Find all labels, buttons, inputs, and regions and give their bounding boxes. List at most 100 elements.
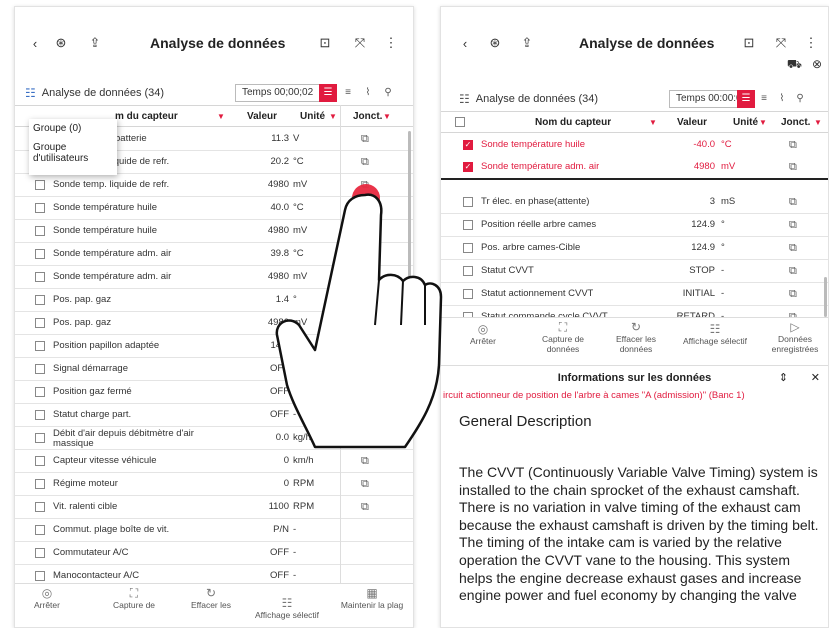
row-checkbox[interactable]: [35, 226, 45, 236]
expand-icon[interactable]: ⇕: [779, 366, 788, 390]
row-checkbox[interactable]: [35, 272, 45, 282]
junction-icon[interactable]: ⧉: [789, 219, 797, 232]
junction-icon[interactable]: ⧉: [361, 156, 369, 169]
sort-icon[interactable]: ▼: [383, 112, 391, 121]
text-view-button[interactable]: ≡: [755, 90, 773, 108]
row-checkbox[interactable]: [35, 502, 45, 512]
junction-icon[interactable]: ⧉: [789, 161, 797, 174]
more-icon[interactable]: ⋮: [801, 33, 821, 53]
stop-button[interactable]: ◎ Arrêter: [25, 587, 69, 610]
table-row[interactable]: Tr élec. en phase(attente) 3 mS ⧉: [441, 191, 828, 214]
header-name[interactable]: Nom du capteur: [535, 117, 611, 128]
row-checkbox[interactable]: [35, 410, 45, 420]
search-icon[interactable]: ⚲: [791, 90, 809, 108]
junction-icon[interactable]: ⧉: [789, 242, 797, 255]
device-icon[interactable]: ⊡: [739, 33, 759, 53]
row-checkbox-checked[interactable]: ✓: [463, 162, 473, 172]
selective-display-button[interactable]: ☷ Affichage sélectif: [675, 323, 755, 346]
sort-icon[interactable]: ▼: [329, 112, 337, 121]
table-row[interactable]: Commut. plage boîte de vit. P/N -: [15, 519, 413, 542]
row-checkbox[interactable]: [35, 525, 45, 535]
row-checkbox[interactable]: [463, 220, 473, 230]
device-icon[interactable]: ⊡: [315, 33, 335, 53]
back-icon[interactable]: ‹: [455, 33, 475, 53]
row-checkbox[interactable]: [35, 387, 45, 397]
junction-icon[interactable]: ⧉: [361, 478, 369, 491]
capture-button[interactable]: ⛶ Capture de données: [535, 321, 591, 354]
close-icon[interactable]: ✕: [811, 366, 820, 390]
select-all-checkbox[interactable]: [455, 117, 465, 127]
row-checkbox[interactable]: [35, 203, 45, 213]
recorded-data-button[interactable]: ▷ Données enregistrées: [763, 321, 827, 354]
hold-range-button[interactable]: ▦ Maintenir la plag: [329, 587, 413, 610]
pinned-row[interactable]: ✓ Sonde température huile -40.0 °C ⧉: [441, 134, 828, 157]
pinned-row[interactable]: ✓ Sonde température adm. air 4980 mV ⧉: [441, 156, 828, 179]
row-checkbox[interactable]: [35, 364, 45, 374]
upload-icon[interactable]: ⇪: [85, 33, 105, 53]
sort-icon[interactable]: ▼: [814, 118, 822, 127]
row-checkbox[interactable]: [35, 479, 45, 489]
vehicle-connect-icon[interactable]: ⊛: [51, 33, 71, 53]
table-row[interactable]: Vit. ralenti cible 1100 RPM ⧉: [15, 496, 413, 519]
junction-icon[interactable]: ⧉: [361, 455, 369, 468]
list-filter-icon[interactable]: ☷: [25, 86, 36, 100]
row-checkbox-checked[interactable]: ✓: [463, 140, 473, 150]
upload-icon[interactable]: ⇪: [517, 33, 537, 53]
row-checkbox[interactable]: [35, 548, 45, 558]
sort-icon[interactable]: ▼: [217, 112, 225, 121]
fullscreen-icon[interactable]: ⤧: [350, 33, 370, 53]
more-icon[interactable]: ⋮: [381, 33, 401, 53]
car-icon[interactable]: ⛟: [787, 57, 802, 73]
table-row[interactable]: Statut actionnement CVVT INITIAL - ⧉: [441, 283, 828, 306]
sort-icon[interactable]: ▼: [759, 118, 767, 127]
list-filter-icon[interactable]: ☷: [459, 92, 470, 106]
row-checkbox[interactable]: [463, 243, 473, 253]
row-checkbox[interactable]: [463, 266, 473, 276]
list-view-button[interactable]: ☰: [737, 90, 755, 108]
capture-button[interactable]: ⛶ Capture de: [103, 587, 165, 610]
scrollbar[interactable]: [824, 277, 827, 317]
junction-icon[interactable]: ⧉: [789, 288, 797, 301]
search-icon[interactable]: ⚲: [379, 84, 397, 102]
table-row[interactable]: Pos. arbre cames-Cible 124.9 ° ⧉: [441, 237, 828, 260]
row-checkbox[interactable]: [35, 571, 45, 581]
table-row[interactable]: Commutateur A/C OFF -: [15, 542, 413, 565]
text-view-button[interactable]: ≡: [339, 84, 357, 102]
header-unit[interactable]: Unité: [733, 117, 758, 128]
header-junction[interactable]: Jonct.: [781, 117, 810, 128]
junction-icon[interactable]: ⧉: [789, 196, 797, 209]
popup-user-group[interactable]: Groupe d'utilisateurs: [29, 138, 117, 168]
row-checkbox[interactable]: [35, 180, 45, 190]
row-checkbox[interactable]: [35, 318, 45, 328]
vehicle-connect-icon[interactable]: ⊛: [485, 33, 505, 53]
junction-icon[interactable]: ⧉: [789, 139, 797, 152]
sort-icon[interactable]: ▼: [649, 118, 657, 127]
row-checkbox[interactable]: [35, 249, 45, 259]
junction-icon[interactable]: ⧉: [361, 133, 369, 146]
selective-display-button[interactable]: ☷ Affichage sélectif: [249, 597, 325, 620]
row-checkbox[interactable]: [35, 295, 45, 305]
erase-button[interactable]: ↻ Effacer les données: [611, 321, 661, 354]
header-name[interactable]: m du capteur: [115, 111, 178, 122]
header-junction[interactable]: Jonct.: [353, 111, 382, 122]
table-row[interactable]: Régime moteur 0 RPM ⧉: [15, 473, 413, 496]
junction-icon[interactable]: ⧉: [789, 265, 797, 278]
fullscreen-icon[interactable]: ⤧: [771, 33, 791, 53]
row-checkbox[interactable]: [463, 289, 473, 299]
header-unit[interactable]: Unité: [300, 111, 325, 122]
stop-button[interactable]: ◎ Arrêter: [463, 323, 503, 346]
table-row[interactable]: Capteur vitesse véhicule 0 km/h ⧉: [15, 450, 413, 473]
table-row[interactable]: Statut CVVT STOP - ⧉: [441, 260, 828, 283]
graph-view-button[interactable]: ⌇: [359, 84, 377, 102]
erase-button[interactable]: ↻ Effacer les: [183, 587, 239, 610]
row-checkbox[interactable]: [463, 197, 473, 207]
row-checkbox[interactable]: [35, 433, 45, 443]
row-checkbox[interactable]: [35, 341, 45, 351]
row-checkbox[interactable]: [35, 456, 45, 466]
junction-icon[interactable]: ⧉: [361, 501, 369, 514]
connection-icon[interactable]: ⊗: [812, 57, 822, 73]
back-icon[interactable]: ‹: [25, 33, 45, 53]
graph-view-button[interactable]: ⌇: [773, 90, 791, 108]
list-view-button[interactable]: ☰: [319, 84, 337, 102]
table-row[interactable]: Position réelle arbre cames 124.9 ° ⧉: [441, 214, 828, 237]
